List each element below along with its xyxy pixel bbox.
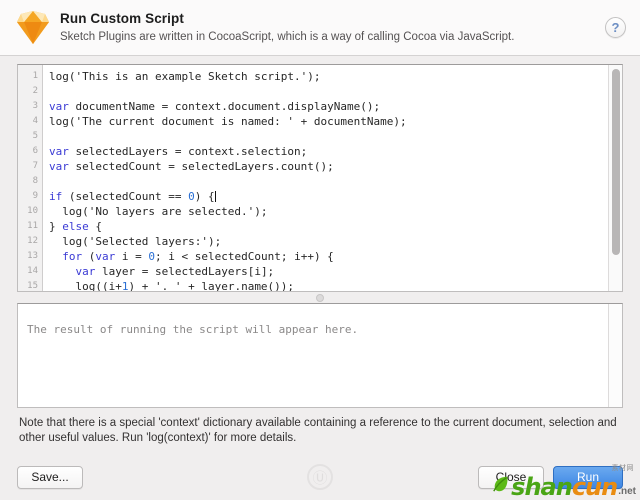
- context-note-line-2: other useful values. Run 'log(context)' …: [19, 432, 297, 444]
- line-number: 14: [27, 266, 38, 276]
- dialog-footer: Save... Close Run Ⓤ shan cun .net 素材网: [0, 454, 640, 500]
- code-line: if (selectedCount == 0) {: [49, 190, 216, 203]
- line-number: 11: [27, 221, 38, 231]
- context-note-line-1: Note that there is a special 'context' d…: [19, 417, 617, 429]
- line-number: 6: [32, 146, 38, 156]
- line-number: 5: [32, 131, 38, 141]
- code-line: for (var i = 0; i < selectedCount; i++) …: [62, 250, 334, 263]
- close-button[interactable]: Close: [478, 465, 544, 489]
- line-number: 10: [27, 206, 38, 216]
- line-number: 3: [32, 101, 38, 111]
- result-vertical-scrollbar[interactable]: [608, 304, 622, 407]
- code-line: var selectedCount = selectedLayers.count…: [49, 160, 334, 173]
- code-line: log('The current document is named: ' + …: [49, 115, 407, 128]
- line-number: 12: [27, 236, 38, 246]
- code-input[interactable]: log('This is an example Sketch script.')…: [43, 65, 622, 291]
- code-line: } else {: [49, 220, 102, 233]
- line-number: 9: [32, 191, 38, 201]
- center-watermark-icon: Ⓤ: [307, 464, 333, 490]
- scrollbar-thumb[interactable]: [612, 69, 620, 255]
- code-line: log((i+1) + '. ' + layer.name());: [49, 280, 295, 291]
- code-line: var layer = selectedLayers[i];: [75, 265, 275, 278]
- dialog-body: 1 2 3 4 5 6 7 8 9 10 11 12 13 14 15 log('This is an ex…: [0, 56, 640, 454]
- page-subtitle: Sketch Plugins are written in CocoaScrip…: [60, 31, 515, 43]
- sketch-diamond-icon: [16, 10, 50, 46]
- line-number-gutter: 1 2 3 4 5 6 7 8 9 10 11 12 13 14 15: [18, 65, 43, 291]
- line-number: 4: [32, 116, 38, 126]
- result-panel[interactable]: The result of running the script will ap…: [17, 303, 623, 408]
- line-number: 15: [27, 281, 38, 291]
- line-number: 1: [32, 71, 38, 81]
- code-line: var selectedLayers = context.selection;: [49, 145, 308, 158]
- splitter-handle-icon[interactable]: [316, 294, 324, 302]
- run-button[interactable]: Run: [553, 465, 623, 489]
- line-number: 7: [32, 161, 38, 171]
- code-line: var documentName = context.document.disp…: [49, 100, 381, 113]
- help-question-icon[interactable]: ?: [605, 17, 626, 38]
- code-line: log('This is an example Sketch script.')…: [49, 70, 321, 83]
- result-placeholder-text: The result of running the script will ap…: [27, 323, 359, 336]
- line-number: 2: [32, 86, 38, 96]
- line-number: 8: [32, 176, 38, 186]
- panel-splitter[interactable]: [17, 292, 623, 303]
- context-note: Note that there is a special 'context' d…: [17, 408, 623, 446]
- dialog-header: Run Custom Script Sketch Plugins are wri…: [0, 0, 640, 56]
- page-title: Run Custom Script: [60, 11, 184, 26]
- run-custom-script-dialog: Run Custom Script Sketch Plugins are wri…: [0, 0, 640, 500]
- script-editor[interactable]: 1 2 3 4 5 6 7 8 9 10 11 12 13 14 15 log('This is an ex…: [17, 64, 623, 292]
- code-line: log('No layers are selected.');: [49, 205, 268, 218]
- line-number: 13: [27, 251, 38, 261]
- header-text-block: Run Custom Script Sketch Plugins are wri…: [60, 10, 605, 45]
- watermark-tld: .net: [618, 486, 636, 497]
- code-line: log('Selected layers:');: [49, 235, 222, 248]
- editor-vertical-scrollbar[interactable]: [608, 65, 622, 291]
- save-button[interactable]: Save...: [17, 465, 83, 489]
- text-caret: [214, 191, 216, 202]
